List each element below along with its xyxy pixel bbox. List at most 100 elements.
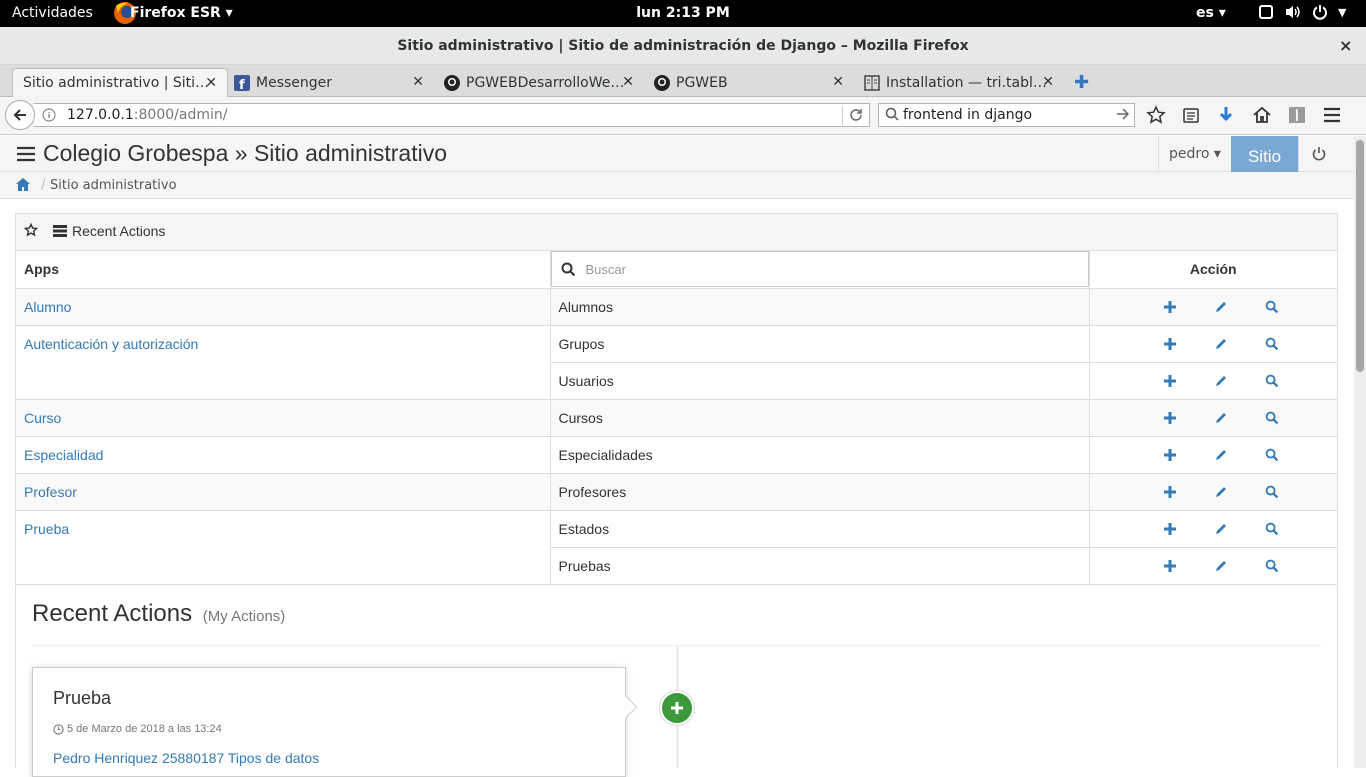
apps-table: Apps Acción Alumno Alumnos Autenticación… <box>16 251 1337 585</box>
app-link[interactable]: Curso <box>16 399 551 437</box>
page-scrollbar[interactable] <box>1354 136 1366 768</box>
close-icon[interactable]: ✕ <box>622 74 634 90</box>
search-icon[interactable] <box>1265 559 1316 573</box>
table-row: Alumno Alumnos <box>16 288 1337 326</box>
arrow-right-icon[interactable] <box>1116 106 1130 126</box>
pencil-icon[interactable] <box>1214 485 1265 499</box>
activities-button[interactable]: Actividades <box>12 5 93 21</box>
pencil-icon[interactable] <box>1214 374 1265 388</box>
tab-pgwebdesarrollo[interactable]: PGWEBDesarrolloWe… ✕ <box>434 68 644 97</box>
menu-icon[interactable] <box>16 145 36 163</box>
tab-pgweb[interactable]: PGWEB ✕ <box>644 68 854 97</box>
hamburger-menu-icon[interactable] <box>1322 105 1342 125</box>
plus-icon[interactable] <box>1163 485 1214 499</box>
url-text[interactable]: 127.0.0.1:8000/admin/ <box>67 107 227 123</box>
search-icon[interactable] <box>1265 448 1316 462</box>
site-brand[interactable]: Colegio Grobespa » Sitio administrativo <box>43 140 447 167</box>
action-column-header: Acción <box>1089 251 1337 289</box>
model-name: Grupos <box>550 325 1090 363</box>
plus-icon[interactable] <box>1163 337 1214 351</box>
search-icon[interactable] <box>1265 337 1316 351</box>
model-name: Cursos <box>550 399 1090 437</box>
table-row: Profesor Profesores <box>16 473 1337 511</box>
app-link[interactable]: Alumno <box>16 288 551 326</box>
window-titlebar: Sitio administrativo | Sitio de administ… <box>0 27 1366 65</box>
reading-list-icon[interactable] <box>1182 106 1200 124</box>
tab-admin[interactable]: Sitio administrativo | Siti… ✕ <box>12 68 228 97</box>
home-icon[interactable] <box>15 177 31 192</box>
user-menu[interactable]: pedro ▾ <box>1158 136 1230 172</box>
app-link[interactable]: Prueba <box>16 510 551 585</box>
home-icon[interactable] <box>1252 105 1272 125</box>
plus-icon[interactable] <box>1163 411 1214 425</box>
info-icon[interactable] <box>42 108 56 126</box>
facebook-icon: f <box>234 74 250 91</box>
logout-button[interactable] <box>1298 136 1338 172</box>
table-row: Curso Cursos <box>16 399 1337 437</box>
search-bar[interactable]: frontend in django <box>878 103 1135 127</box>
bookmark-star-icon[interactable] <box>1146 105 1166 125</box>
star-icon[interactable] <box>23 222 39 240</box>
pencil-icon[interactable] <box>1214 448 1265 462</box>
breadcrumb-separator: / <box>41 178 46 193</box>
language-menu[interactable]: es ▾ <box>1196 5 1226 21</box>
model-name: Alumnos <box>550 288 1090 326</box>
plus-icon[interactable] <box>1163 300 1214 314</box>
card-link[interactable]: Pedro Henriquez 25880187 Tipos de datos <box>53 750 319 766</box>
list-icon <box>53 225 67 237</box>
scrollbar-thumb[interactable] <box>1356 140 1364 372</box>
url-host: 127.0.0.1 <box>67 107 134 123</box>
model-name: Usuarios <box>550 362 1090 400</box>
plus-icon <box>671 702 683 714</box>
tab-strip: Sitio administrativo | Siti… ✕ f Messeng… <box>0 65 1366 97</box>
row-actions <box>1089 288 1337 326</box>
search-icon[interactable] <box>1265 411 1316 425</box>
table-row: Especialidad Especialidades <box>16 436 1337 474</box>
close-icon[interactable]: ✕ <box>1042 74 1054 90</box>
url-bar[interactable]: 127.0.0.1:8000/admin/ <box>34 103 870 127</box>
app-menu[interactable]: Firefox ESR ▾ <box>130 5 233 21</box>
recent-actions-toggle[interactable]: Recent Actions <box>53 223 165 239</box>
search-icon[interactable] <box>1265 374 1316 388</box>
search-icon[interactable] <box>1265 485 1316 499</box>
pencil-icon[interactable] <box>1214 337 1265 351</box>
search-input[interactable]: frontend in django <box>903 107 1032 123</box>
pencil-icon[interactable] <box>1214 522 1265 536</box>
tab-installation[interactable]: Installation — tri.tabl… ✕ <box>854 68 1064 97</box>
plus-icon[interactable] <box>1163 448 1214 462</box>
app-link[interactable]: Autenticación y autorización <box>16 325 551 400</box>
table-row: Autenticación y autorización Grupos <box>16 325 1337 400</box>
reload-icon[interactable] <box>842 107 863 125</box>
site-button[interactable]: Sitio <box>1231 136 1298 172</box>
window-title: Sitio administrativo | Sitio de administ… <box>397 38 969 54</box>
search-icon[interactable] <box>1265 300 1316 314</box>
plus-icon[interactable] <box>1163 522 1214 536</box>
pencil-icon[interactable] <box>1214 411 1265 425</box>
card-title: Prueba <box>53 688 112 708</box>
tab-messenger[interactable]: f Messenger ✕ <box>224 68 434 97</box>
close-icon[interactable]: ✕ <box>205 75 217 91</box>
clock[interactable]: lun 2:13 PM <box>636 5 730 21</box>
close-window-button[interactable]: × <box>1339 36 1352 55</box>
plus-icon[interactable] <box>1163 374 1214 388</box>
arrow-left-icon <box>13 109 26 121</box>
search-input[interactable] <box>585 261 986 277</box>
model-name: Estados <box>550 510 1090 548</box>
model-name: Profesores <box>550 473 1090 511</box>
plus-icon[interactable] <box>1163 559 1214 573</box>
pencil-icon[interactable] <box>1214 559 1265 573</box>
github-icon <box>444 74 460 91</box>
pencil-icon[interactable] <box>1214 300 1265 314</box>
model-search[interactable] <box>550 251 1089 288</box>
back-button[interactable] <box>5 100 35 130</box>
addon-icon[interactable] <box>1288 106 1306 124</box>
app-link[interactable]: Profesor <box>16 473 551 511</box>
system-tray[interactable]: ▼ <box>1258 4 1346 20</box>
new-tab-button[interactable]: ✚ <box>1074 72 1089 93</box>
close-icon[interactable]: ✕ <box>412 74 424 90</box>
download-icon[interactable] <box>1216 105 1236 125</box>
app-link[interactable]: Especialidad <box>16 436 551 474</box>
search-icon[interactable] <box>1265 522 1316 536</box>
search-icon <box>885 107 899 125</box>
close-icon[interactable]: ✕ <box>832 74 844 90</box>
